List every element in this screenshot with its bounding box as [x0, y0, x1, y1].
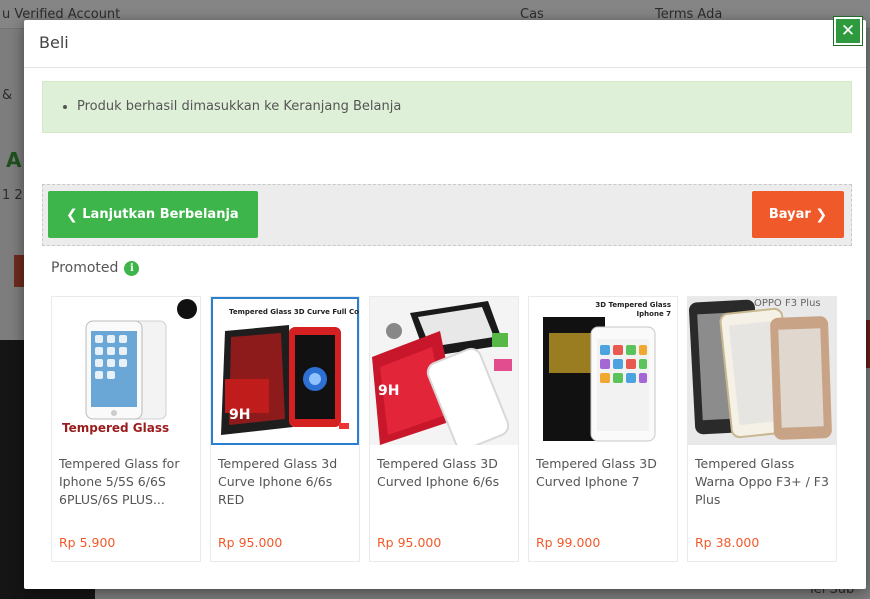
tempered-glass-image [529, 297, 677, 445]
alert-message: Produk berhasil dimasukkan ke Keranjang … [77, 99, 402, 114]
tempered-glass-image [688, 297, 836, 445]
product-card[interactable]: Tempered Glass 3D Curve Full Cover 9H Te… [210, 296, 360, 562]
close-icon: ✕ [840, 20, 856, 41]
product-card[interactable]: 9H Tempered Glass 3D Curved Iphone 6/6s … [369, 296, 519, 562]
product-image[interactable]: OPPO F3 Plus [688, 297, 836, 445]
success-alert: Produk berhasil dimasukkan ke Keranjang … [42, 81, 852, 133]
image-badge: 9H [378, 383, 400, 399]
product-card[interactable]: OPPO F3 Plus Tempered Glass Warna Oppo F… [687, 296, 837, 562]
modal-header: Beli ✕ [24, 17, 866, 68]
product-image[interactable]: 3D Tempered Glass Iphone 7 [529, 297, 677, 445]
image-caption: Tempered Glass [62, 421, 170, 435]
close-button[interactable]: ✕ [834, 17, 862, 45]
product-image[interactable]: Tempered Glass 3D Curve Full Cover 9H [211, 297, 359, 445]
promoted-products: Tempered Glass Tempered Glass for Iphone… [51, 296, 843, 562]
buy-modal: Beli ✕ Produk berhasil dimasukkan ke Ker… [24, 17, 866, 589]
promoted-label: Promoted [51, 260, 119, 276]
product-price: Rp 5.900 [59, 535, 116, 550]
pay-label: Bayar [768, 207, 811, 222]
product-title[interactable]: Tempered Glass for Iphone 5/5S 6/6S 6PLU… [59, 455, 197, 509]
chevron-right-icon: ❯ [815, 206, 828, 223]
info-icon[interactable]: i [124, 260, 140, 276]
product-title[interactable]: Tempered Glass 3d Curve Iphone 6/6s RED [218, 455, 356, 509]
image-caption: OPPO F3 Plus [754, 298, 821, 309]
bullet-icon [63, 104, 67, 109]
modal-title: Beli [39, 33, 69, 52]
product-price: Rp 99.000 [536, 535, 601, 550]
continue-shopping-button[interactable]: ❮ Lanjutkan Berbelanja [48, 191, 258, 238]
continue-shopping-label: Lanjutkan Berbelanja [82, 207, 239, 222]
cart-action-bar: ❮ Lanjutkan Berbelanja Bayar ❯ [42, 184, 852, 246]
pay-button[interactable]: Bayar ❯ [752, 191, 844, 238]
product-title[interactable]: Tempered Glass 3D Curved Iphone 6/6s [377, 455, 515, 491]
product-title[interactable]: Tempered Glass Warna Oppo F3+ / F3 Plus [695, 455, 833, 509]
image-caption: Tempered Glass 3D Curve Full Cover [229, 308, 359, 316]
image-badge: 9H [229, 407, 251, 423]
product-price: Rp 95.000 [218, 535, 283, 550]
promoted-heading: Promoted i [51, 260, 140, 276]
chevron-left-icon: ❮ [66, 206, 78, 223]
product-price: Rp 95.000 [377, 535, 442, 550]
product-title[interactable]: Tempered Glass 3D Curved Iphone 7 [536, 455, 674, 491]
product-price: Rp 38.000 [695, 535, 760, 550]
product-card[interactable]: 3D Tempered Glass Iphone 7 Tempered Glas… [528, 296, 678, 562]
tempered-glass-image [370, 297, 518, 445]
product-card[interactable]: Tempered Glass Tempered Glass for Iphone… [51, 296, 201, 562]
product-image[interactable]: Tempered Glass [52, 297, 200, 445]
image-caption: 3D Tempered Glass Iphone 7 [595, 301, 671, 318]
product-image[interactable]: 9H [370, 297, 518, 445]
